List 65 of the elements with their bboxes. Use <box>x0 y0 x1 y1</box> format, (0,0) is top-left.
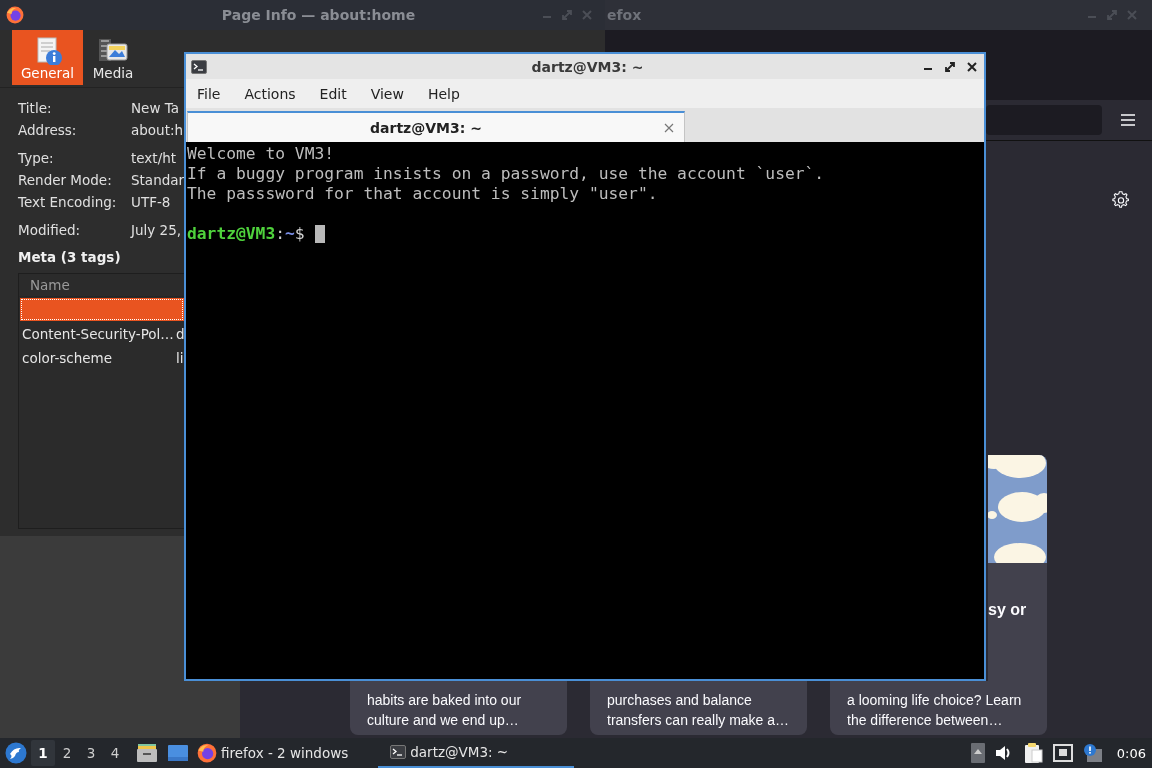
table-cell: d <box>176 326 185 342</box>
field-value: about:h <box>131 121 184 140</box>
field-value: UTF-8 <box>131 193 171 212</box>
field-label: Title: <box>18 99 53 118</box>
menu-icon[interactable] <box>1120 113 1136 127</box>
story-summary: purchases and balance transfers can really make a… <box>606 691 791 730</box>
clipboard-icon[interactable] <box>1022 742 1043 764</box>
terminal-icon <box>191 59 207 74</box>
close-icon[interactable] <box>966 60 978 73</box>
address-field[interactable] <box>986 105 1102 135</box>
taskbar-task[interactable]: dartz@VM3: ~ <box>378 738 575 768</box>
window-title: efox <box>607 7 642 23</box>
field-label: Address: <box>18 121 78 140</box>
browser-icon <box>197 743 217 763</box>
section-heading: Meta (3 tags) <box>18 249 122 265</box>
desktop-icon[interactable] <box>167 744 189 762</box>
field-label: Type: <box>18 149 55 168</box>
browser-icon <box>6 6 24 24</box>
story-headline: sy or <box>988 600 1027 620</box>
terminal-icon <box>390 745 407 759</box>
clock[interactable]: 0:06 <box>1116 745 1146 761</box>
menu-item[interactable]: Edit <box>318 85 356 102</box>
workspace-button[interactable]: 3 <box>79 740 103 766</box>
maximize-icon[interactable] <box>944 60 956 73</box>
tab[interactable]: General <box>12 30 83 85</box>
story-summary: a looming life choice? Learn the difference between… <box>846 691 1023 730</box>
command-prompt: dartz@VM3:~$ <box>187 224 306 244</box>
selected-row[interactable] <box>20 298 184 321</box>
tab[interactable]: Media <box>92 30 134 85</box>
start-menu-icon[interactable] <box>5 742 27 764</box>
tab-label: dartz@VM3: ~ <box>369 119 483 136</box>
workspace-button[interactable]: 2 <box>55 740 79 766</box>
menu-item[interactable]: Actions <box>243 85 305 102</box>
output-line: The passsword for that account is simply "user". <box>187 184 659 204</box>
file-cabinet-icon[interactable] <box>136 743 158 763</box>
field-value: July 25, <box>131 221 182 240</box>
workspace-button[interactable]: 4 <box>103 740 127 766</box>
field-label: Modified: <box>18 221 82 240</box>
table-cell-text: Content-Security-Pol… <box>22 326 175 342</box>
story-summary: habits are baked into our culture and we end up… <box>366 691 523 730</box>
field-value: text/ht <box>131 149 177 168</box>
menu-item[interactable]: File <box>196 85 230 102</box>
story-card[interactable]: purchases and balance transfers can really make a… <box>590 681 807 735</box>
field-value: New Ta <box>131 99 180 118</box>
text-cursor <box>314 225 325 243</box>
field-label: Text Encoding: <box>18 193 118 212</box>
story-card[interactable]: a looming life choice? Learn the difference between… <box>830 681 1047 735</box>
field-value: Standar <box>131 171 185 190</box>
output-line: Welcome to VM3! <box>187 144 336 164</box>
terminal-tab[interactable]: dartz@VM3: ~ <box>187 111 685 142</box>
network-icon[interactable] <box>1052 744 1073 762</box>
menu-item[interactable]: Help <box>426 85 469 102</box>
settings-icon[interactable] <box>1112 191 1130 209</box>
story-card[interactable]: habits are baked into our culture and we end up… <box>350 681 567 735</box>
table-cell-text: color-scheme <box>22 350 114 366</box>
taskbar-task[interactable]: firefox - 2 windows <box>189 738 357 768</box>
window-title: dartz@VM3: ~ <box>530 58 645 75</box>
window-title: Page Info — about:home <box>220 7 417 23</box>
menu-item[interactable]: View <box>369 85 413 102</box>
output-line: If a buggy program insists on a password, use the account `user`. <box>187 164 826 184</box>
workspace-button[interactable]: 1 <box>31 740 55 766</box>
table-cell: li <box>176 350 184 366</box>
field-label: Render Mode: <box>18 171 113 190</box>
column-header[interactable]: Name <box>30 277 70 293</box>
notification-icon[interactable] <box>1082 743 1103 763</box>
